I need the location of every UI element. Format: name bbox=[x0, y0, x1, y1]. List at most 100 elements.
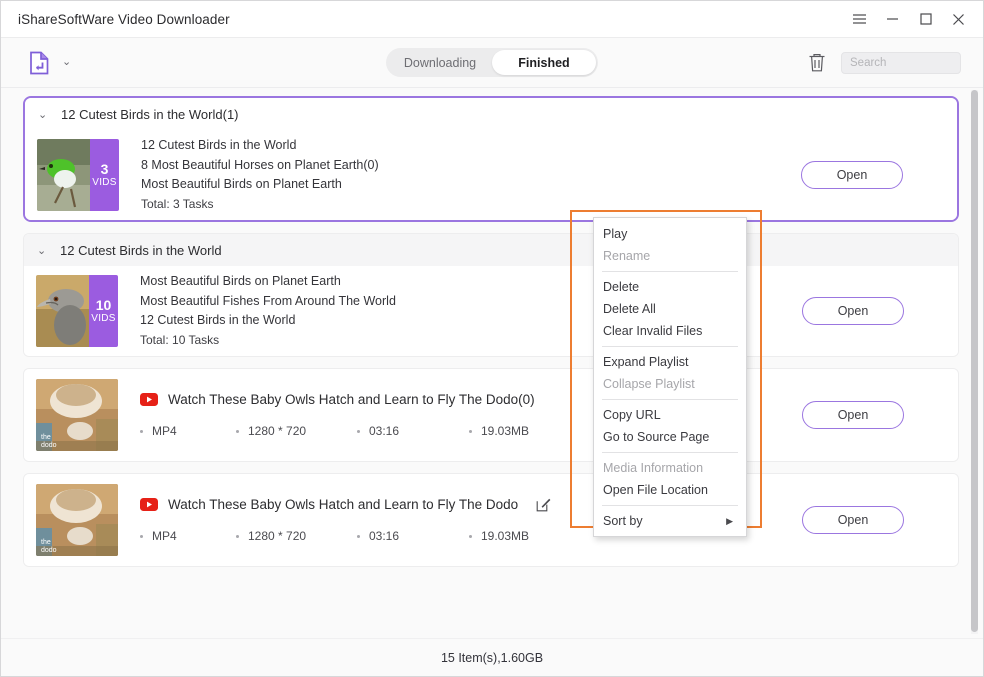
video-item[interactable]: the dodo Watch These Baby Owls Hatch and… bbox=[23, 368, 959, 462]
video-title: Watch These Baby Owls Hatch and Learn to… bbox=[168, 392, 535, 407]
thumbnail-image: the dodo bbox=[36, 484, 118, 556]
bullet-icon bbox=[357, 429, 360, 433]
menu-item-play[interactable]: Play bbox=[594, 223, 746, 245]
group-title: 12 Cutest Birds in the World(1) bbox=[61, 106, 239, 122]
bullet-icon bbox=[140, 534, 143, 538]
group-header[interactable]: ⌄ 12 Cutest Birds in the World bbox=[24, 234, 958, 266]
context-menu[interactable]: Play Rename Delete Delete All Clear Inva… bbox=[593, 217, 747, 537]
open-button[interactable]: Open bbox=[802, 297, 904, 325]
menu-item-copy-url[interactable]: Copy URL bbox=[594, 404, 746, 426]
search-box[interactable] bbox=[841, 51, 961, 74]
open-button[interactable]: Open bbox=[802, 506, 904, 534]
video-item[interactable]: the dodo Watch These Baby Owls Hatch and… bbox=[23, 473, 959, 567]
playlist-count: 10 bbox=[95, 296, 112, 313]
bullet-icon bbox=[140, 429, 143, 433]
video-row[interactable]: the dodo Watch These Baby Owls Hatch and… bbox=[24, 369, 958, 461]
trash-icon[interactable] bbox=[807, 52, 827, 74]
tab-finished[interactable]: Finished bbox=[492, 50, 596, 75]
video-meta-value: 1280 * 720 bbox=[248, 529, 307, 543]
group-title: 12 Cutest Birds in the World bbox=[60, 242, 222, 258]
playlist-row[interactable]: 10 VIDS Most Beautiful Birds on Planet E… bbox=[24, 266, 958, 356]
menu-separator bbox=[602, 346, 738, 347]
menu-separator bbox=[602, 271, 738, 272]
playlist-count-badge: 10 VIDS bbox=[89, 275, 118, 347]
download-file-icon[interactable] bbox=[29, 51, 51, 75]
tab-downloading[interactable]: Downloading bbox=[388, 50, 492, 75]
app-window: iShareSoftWare Video Downloader ⌄ Downlo… bbox=[0, 0, 984, 677]
bullet-icon bbox=[469, 429, 472, 433]
status-text: 15 Item(s),1.60GB bbox=[440, 650, 544, 665]
video-meta-resolution: 1280 * 720 bbox=[236, 424, 357, 438]
open-button-wrap: Open bbox=[748, 506, 958, 534]
bullet-icon bbox=[236, 429, 239, 433]
menu-item-go-to-source-page[interactable]: Go to Source Page bbox=[594, 426, 746, 448]
video-meta-size: 19.03MB bbox=[469, 529, 529, 543]
playlist-total: Total: 3 Tasks bbox=[141, 196, 214, 211]
playlist-item-line: 8 Most Beautiful Horses on Planet Earth(… bbox=[141, 157, 379, 172]
tab-switcher: Downloading Finished bbox=[386, 48, 598, 77]
playlist-count-unit: VIDS bbox=[91, 313, 116, 325]
menu-item-rename: Rename bbox=[603, 249, 651, 263]
playlist-count: 3 bbox=[100, 160, 109, 177]
video-meta-value: 1280 * 720 bbox=[248, 424, 307, 438]
video-meta-value: 03:16 bbox=[369, 529, 400, 543]
playlist-item-line: 12 Cutest Birds in the World bbox=[141, 138, 297, 152]
menu-button[interactable] bbox=[843, 1, 876, 37]
open-button[interactable]: Open bbox=[802, 401, 904, 429]
group-header[interactable]: ⌄ 12 Cutest Birds in the World(1) bbox=[25, 98, 957, 130]
bullet-icon bbox=[236, 534, 239, 538]
bullet-icon bbox=[357, 534, 360, 538]
video-meta-value: MP4 bbox=[152, 529, 177, 543]
video-thumbnail: the dodo bbox=[36, 379, 118, 451]
menu-item-open-file-location[interactable]: Open File Location bbox=[594, 479, 746, 501]
menu-separator bbox=[602, 399, 738, 400]
playlist-group[interactable]: ⌄ 12 Cutest Birds in the World(1) 3 VIDS… bbox=[23, 96, 959, 222]
toolbar: ⌄ Downloading Finished bbox=[1, 38, 983, 88]
app-title: iShareSoftWare Video Downloader bbox=[18, 11, 230, 27]
menu-item-delete-all[interactable]: Delete All bbox=[594, 298, 746, 320]
menu-item-collapse-playlist: Collapse Playlist bbox=[603, 377, 695, 391]
video-meta-value: 19.03MB bbox=[481, 424, 530, 438]
video-title: Watch These Baby Owls Hatch and Learn to… bbox=[168, 497, 519, 512]
video-row[interactable]: the dodo Watch These Baby Owls Hatch and… bbox=[24, 474, 958, 566]
video-thumbnail: the dodo bbox=[36, 484, 118, 556]
maximize-button[interactable] bbox=[909, 1, 942, 37]
thumbnail-image bbox=[36, 275, 89, 347]
menu-item-clear-invalid-files[interactable]: Clear Invalid Files bbox=[594, 320, 746, 342]
video-meta-duration: 03:16 bbox=[357, 424, 469, 438]
close-button[interactable] bbox=[942, 1, 975, 37]
menu-separator bbox=[602, 505, 738, 506]
search-input[interactable] bbox=[850, 56, 952, 69]
video-meta-format: MP4 bbox=[140, 529, 236, 543]
minimize-button[interactable] bbox=[876, 1, 909, 37]
playlist-count-badge: 3 VIDS bbox=[90, 139, 119, 211]
thumbnail-image bbox=[37, 139, 90, 211]
edit-icon[interactable] bbox=[536, 497, 551, 512]
menu-item-expand-playlist[interactable]: Expand Playlist bbox=[594, 351, 746, 373]
scrollbar-thumb[interactable] bbox=[971, 90, 978, 632]
vertical-scrollbar[interactable] bbox=[971, 90, 978, 634]
playlist-row[interactable]: 3 VIDS 12 Cutest Birds in the World 8 Mo… bbox=[25, 130, 957, 220]
menu-item-delete[interactable]: Delete bbox=[594, 276, 746, 298]
youtube-icon bbox=[140, 393, 158, 406]
chevron-down-icon[interactable]: ⌄ bbox=[62, 57, 71, 68]
svg-text:dodo: dodo bbox=[41, 547, 57, 554]
chevron-down-icon[interactable]: ⌄ bbox=[38, 108, 54, 121]
chevron-right-icon: ▶ bbox=[726, 515, 733, 526]
window-controls bbox=[843, 1, 983, 37]
status-bar: 15 Item(s),1.60GB bbox=[1, 638, 983, 676]
chevron-down-icon[interactable]: ⌄ bbox=[37, 244, 53, 257]
content-area: ⌄ 12 Cutest Birds in the World(1) 3 VIDS… bbox=[1, 88, 983, 638]
title-bar: iShareSoftWare Video Downloader bbox=[1, 1, 983, 38]
playlist-group[interactable]: ⌄ 12 Cutest Birds in the World 10 VIDS M… bbox=[23, 233, 959, 357]
youtube-icon bbox=[140, 498, 158, 511]
open-button[interactable]: Open bbox=[801, 161, 903, 189]
logo-area[interactable]: ⌄ bbox=[1, 51, 71, 75]
menu-item-sort-by[interactable]: Sort by ▶ bbox=[594, 510, 746, 532]
toolbar-right bbox=[807, 51, 983, 74]
video-meta-value: MP4 bbox=[152, 424, 177, 438]
video-meta-value: 19.03MB bbox=[481, 529, 530, 543]
svg-text:the: the bbox=[41, 434, 51, 441]
svg-text:the: the bbox=[41, 539, 51, 546]
playlist-thumbnail: 10 VIDS bbox=[36, 275, 118, 347]
